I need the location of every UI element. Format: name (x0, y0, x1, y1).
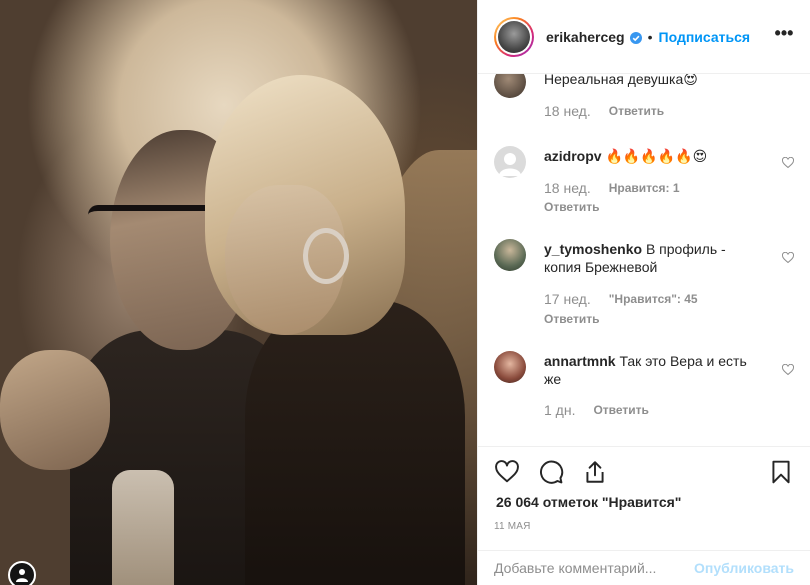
reply-button[interactable]: Ответить (609, 104, 664, 118)
likes-count[interactable]: 26 064 отметок "Нравится" (496, 494, 681, 510)
post-photo[interactable] (0, 0, 477, 585)
author-avatar[interactable] (494, 16, 534, 57)
post-actions (478, 446, 810, 496)
follow-button[interactable]: Подписаться (659, 29, 751, 45)
commenter-avatar[interactable] (494, 146, 526, 178)
more-icon[interactable]: ••• (774, 24, 794, 42)
comment-meta: 1 дн. Ответить (544, 402, 649, 418)
photo-detail (88, 205, 218, 245)
comment-meta: 17 нед. "Нравится": 45 (544, 291, 698, 307)
comment-meta: 18 нед. Ответить (544, 103, 664, 119)
post-date[interactable]: 11 МАЯ (494, 521, 531, 532)
photo-detail (112, 470, 174, 585)
like-comment-heart-icon[interactable] (781, 156, 795, 169)
commenter-username[interactable]: y_tymoshenko (544, 241, 642, 257)
commenter-avatar[interactable] (494, 74, 526, 98)
author-username[interactable]: erikaherceg (546, 29, 625, 45)
header-separator: • (647, 28, 653, 45)
commenter-username[interactable]: annartmnk (544, 353, 616, 369)
comment-item: Нереальная девушка😍 18 нед. Ответить (494, 74, 794, 128)
like-comment-heart-icon[interactable] (781, 251, 795, 264)
share-icon[interactable] (582, 459, 608, 485)
commenter-avatar[interactable] (494, 239, 526, 271)
comment-input[interactable] (494, 560, 695, 576)
comment-time[interactable]: 17 нед. (544, 291, 591, 307)
photo-detail (0, 350, 110, 470)
photo-detail (245, 300, 465, 585)
comment-icon[interactable] (538, 459, 564, 485)
commenter-avatar[interactable] (494, 351, 526, 383)
comments-list[interactable]: Нереальная девушка😍 18 нед. Ответить azi… (478, 74, 810, 446)
comment-composer: Опубликовать (478, 550, 810, 585)
publish-button[interactable]: Опубликовать (694, 560, 794, 576)
comment-text: azidropv 🔥🔥🔥🔥🔥😍 (544, 148, 708, 164)
post-side-panel: erikaherceg • Подписаться ••• Нереальная… (477, 0, 810, 585)
reply-button[interactable]: Ответить (544, 200, 599, 214)
comment-likes[interactable]: "Нравится": 45 (609, 292, 698, 306)
heart-icon[interactable] (494, 459, 520, 485)
reply-button[interactable]: Ответить (544, 312, 599, 326)
comment-item: y_tymoshenko В профиль - копия Брежневой… (494, 239, 795, 329)
commenter-username[interactable]: azidropv (544, 148, 602, 164)
comment-time[interactable]: 18 нед. (544, 180, 591, 196)
post-header: erikaherceg • Подписаться ••• (478, 0, 810, 74)
comment-text: Нереальная девушка😍 (544, 74, 698, 87)
comment-time[interactable]: 18 нед. (544, 103, 591, 119)
comment-item: azidropv 🔥🔥🔥🔥🔥😍 18 нед. Нравится: 1 Отве… (494, 146, 795, 218)
comment-time[interactable]: 1 дн. (544, 402, 575, 418)
reply-button[interactable]: Ответить (593, 403, 648, 417)
photo-detail (303, 228, 349, 284)
tagged-user-icon[interactable] (8, 561, 36, 585)
comment-likes[interactable]: Нравится: 1 (609, 181, 680, 195)
verified-badge-icon (629, 31, 642, 44)
comment-meta: 18 нед. Нравится: 1 (544, 180, 680, 196)
comment-text: y_tymoshenko В профиль - копия Брежневой (544, 241, 726, 275)
bookmark-icon[interactable] (768, 459, 794, 485)
like-comment-heart-icon[interactable] (781, 363, 795, 376)
comment-item: annartmnk Так это Вера и есть же 1 дн. О… (494, 351, 795, 421)
comment-text: annartmnk Так это Вера и есть же (544, 353, 747, 387)
